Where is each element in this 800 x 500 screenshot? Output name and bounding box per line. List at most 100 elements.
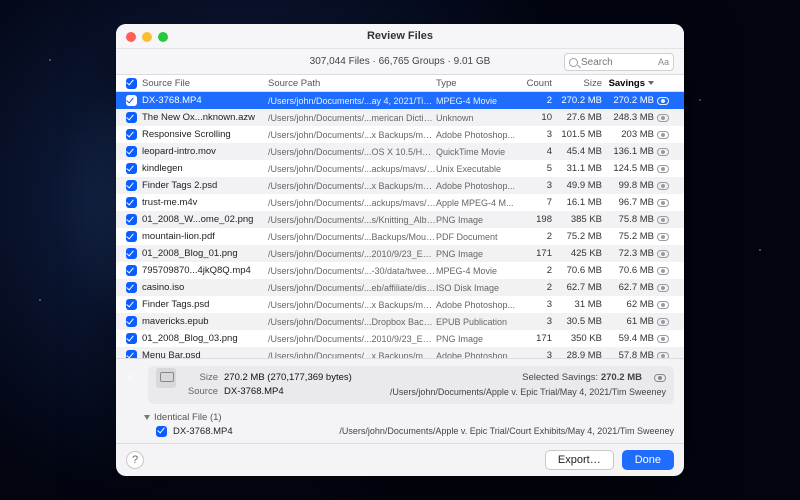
row-size: 28.9 MB (552, 350, 602, 357)
row-type: Apple MPEG-4 M... (436, 198, 516, 208)
row-source-path: /Users/john/Documents/...eb/affiliate/di… (268, 283, 436, 293)
row-checkbox[interactable] (126, 129, 137, 140)
eye-icon[interactable] (657, 267, 669, 275)
col-source-path[interactable]: Source Path (268, 78, 436, 89)
done-button[interactable]: Done (622, 450, 674, 470)
row-type: PDF Document (436, 232, 516, 242)
col-count[interactable]: Count (516, 78, 552, 89)
row-source-file: 01_2008_Blog_03.png (142, 333, 268, 344)
row-count: 5 (516, 163, 552, 174)
zoom-icon[interactable] (158, 32, 168, 42)
minimize-icon[interactable] (142, 32, 152, 42)
row-source-path: /Users/john/Documents/...Dropbox Backups… (268, 317, 436, 327)
eye-icon[interactable] (657, 114, 669, 122)
row-type: QuickTime Movie (436, 147, 516, 157)
row-checkbox[interactable] (126, 163, 137, 174)
col-savings[interactable]: Savings (602, 78, 654, 89)
row-count: 198 (516, 214, 552, 225)
case-toggle[interactable]: Aa (658, 57, 669, 67)
table-row[interactable]: DX-3768.MP4/Users/john/Documents/...ay 4… (116, 92, 684, 109)
row-type: MPEG-4 Movie (436, 266, 516, 276)
row-checkbox[interactable] (126, 265, 137, 276)
row-count: 3 (516, 316, 552, 327)
row-checkbox[interactable] (126, 333, 137, 344)
row-checkbox[interactable] (126, 180, 137, 191)
table-row[interactable]: 01_2008_Blog_03.png/Users/john/Documents… (116, 330, 684, 347)
row-source-path: /Users/john/Documents/...ay 4, 2021/Tim … (268, 96, 436, 106)
row-type: EPUB Publication (436, 317, 516, 327)
row-checkbox[interactable] (126, 146, 137, 157)
review-files-window: Review Files 307,044 Files · 66,765 Grou… (116, 24, 684, 476)
identical-file-entry[interactable]: DX-3768.MP4 /Users/john/Documents/Apple … (144, 426, 674, 437)
col-size[interactable]: Size (552, 78, 602, 89)
disclosure-triangle-icon[interactable] (144, 415, 150, 420)
table-row[interactable]: casino.iso/Users/john/Documents/...eb/af… (116, 279, 684, 296)
col-source-file[interactable]: Source File (140, 78, 268, 89)
row-checkbox[interactable] (126, 316, 137, 327)
identical-checkbox[interactable] (156, 426, 167, 437)
table-row[interactable]: mavericks.epub/Users/john/Documents/...D… (116, 313, 684, 330)
eye-icon[interactable] (657, 131, 669, 139)
row-checkbox[interactable] (126, 197, 137, 208)
identical-file-name: DX-3768.MP4 (173, 426, 233, 437)
row-checkbox[interactable] (126, 214, 137, 225)
row-savings: 99.8 MB (602, 180, 654, 191)
eye-icon[interactable] (657, 182, 669, 190)
table-row[interactable]: Responsive Scrolling/Users/john/Document… (116, 126, 684, 143)
row-type: Unknown (436, 113, 516, 123)
search-field[interactable]: Aa (564, 53, 674, 71)
eye-icon[interactable] (657, 318, 669, 326)
table-row[interactable]: 01_2008_W...ome_02.png/Users/john/Docume… (116, 211, 684, 228)
row-source-file: 01_2008_Blog_01.png (142, 248, 268, 259)
table-row[interactable]: Menu Bar.psd/Users/john/Documents/...x B… (116, 347, 684, 357)
row-checkbox[interactable] (126, 112, 137, 123)
file-list[interactable]: DX-3768.MP4/Users/john/Documents/...ay 4… (116, 92, 684, 357)
row-size: 30.5 MB (552, 316, 602, 327)
table-header: Source File Source Path Type Count Size … (116, 75, 684, 93)
window-title: Review Files (367, 30, 433, 42)
eye-icon[interactable] (657, 216, 669, 224)
export-button[interactable]: Export… (545, 450, 614, 470)
row-checkbox[interactable] (126, 248, 137, 259)
window-controls (126, 32, 168, 42)
eye-icon[interactable] (657, 301, 669, 309)
table-row[interactable]: Finder Tags.psd/Users/john/Documents/...… (116, 296, 684, 313)
table-row[interactable]: leopard-intro.mov/Users/john/Documents/.… (116, 143, 684, 160)
table-row[interactable]: kindlegen/Users/john/Documents/...ackups… (116, 160, 684, 177)
table-row[interactable]: 795709870...4jkQ8Q.mp4/Users/john/Docume… (116, 262, 684, 279)
chevron-down-icon (648, 81, 654, 85)
col-type[interactable]: Type (436, 78, 516, 89)
identical-header[interactable]: Identical File (1) (144, 412, 674, 423)
eye-icon[interactable] (657, 284, 669, 292)
eye-icon[interactable] (657, 233, 669, 241)
row-type: PNG Image (436, 249, 516, 259)
row-size: 31.1 MB (552, 163, 602, 174)
close-icon[interactable] (126, 32, 136, 42)
table-row[interactable]: The New Ox...nknown.azw/Users/john/Docum… (116, 109, 684, 126)
eye-icon[interactable] (657, 148, 669, 156)
row-savings: 75.8 MB (602, 214, 654, 225)
table-row[interactable]: mountain-lion.pdf/Users/john/Documents/.… (116, 228, 684, 245)
select-all-checkbox[interactable] (126, 78, 137, 89)
search-input[interactable] (581, 57, 641, 68)
row-savings: 75.2 MB (602, 231, 654, 242)
eye-icon[interactable] (657, 352, 669, 358)
eye-icon[interactable] (654, 374, 666, 382)
help-button[interactable]: ? (126, 451, 144, 469)
row-checkbox[interactable] (126, 350, 137, 357)
row-type: PNG Image (436, 215, 516, 225)
row-checkbox[interactable] (126, 299, 137, 310)
eye-icon[interactable] (657, 199, 669, 207)
row-checkbox[interactable] (126, 282, 137, 293)
eye-icon[interactable] (657, 165, 669, 173)
eye-icon[interactable] (657, 97, 669, 105)
eye-icon[interactable] (657, 250, 669, 258)
table-row[interactable]: Finder Tags 2.psd/Users/john/Documents/.… (116, 177, 684, 194)
table-row[interactable]: 01_2008_Blog_01.png/Users/john/Documents… (116, 245, 684, 262)
row-checkbox[interactable] (126, 231, 137, 242)
row-count: 2 (516, 95, 552, 106)
table-row[interactable]: trust-me.m4v/Users/john/Documents/...ack… (116, 194, 684, 211)
row-checkbox[interactable] (126, 95, 137, 106)
row-size: 75.2 MB (552, 231, 602, 242)
eye-icon[interactable] (657, 335, 669, 343)
